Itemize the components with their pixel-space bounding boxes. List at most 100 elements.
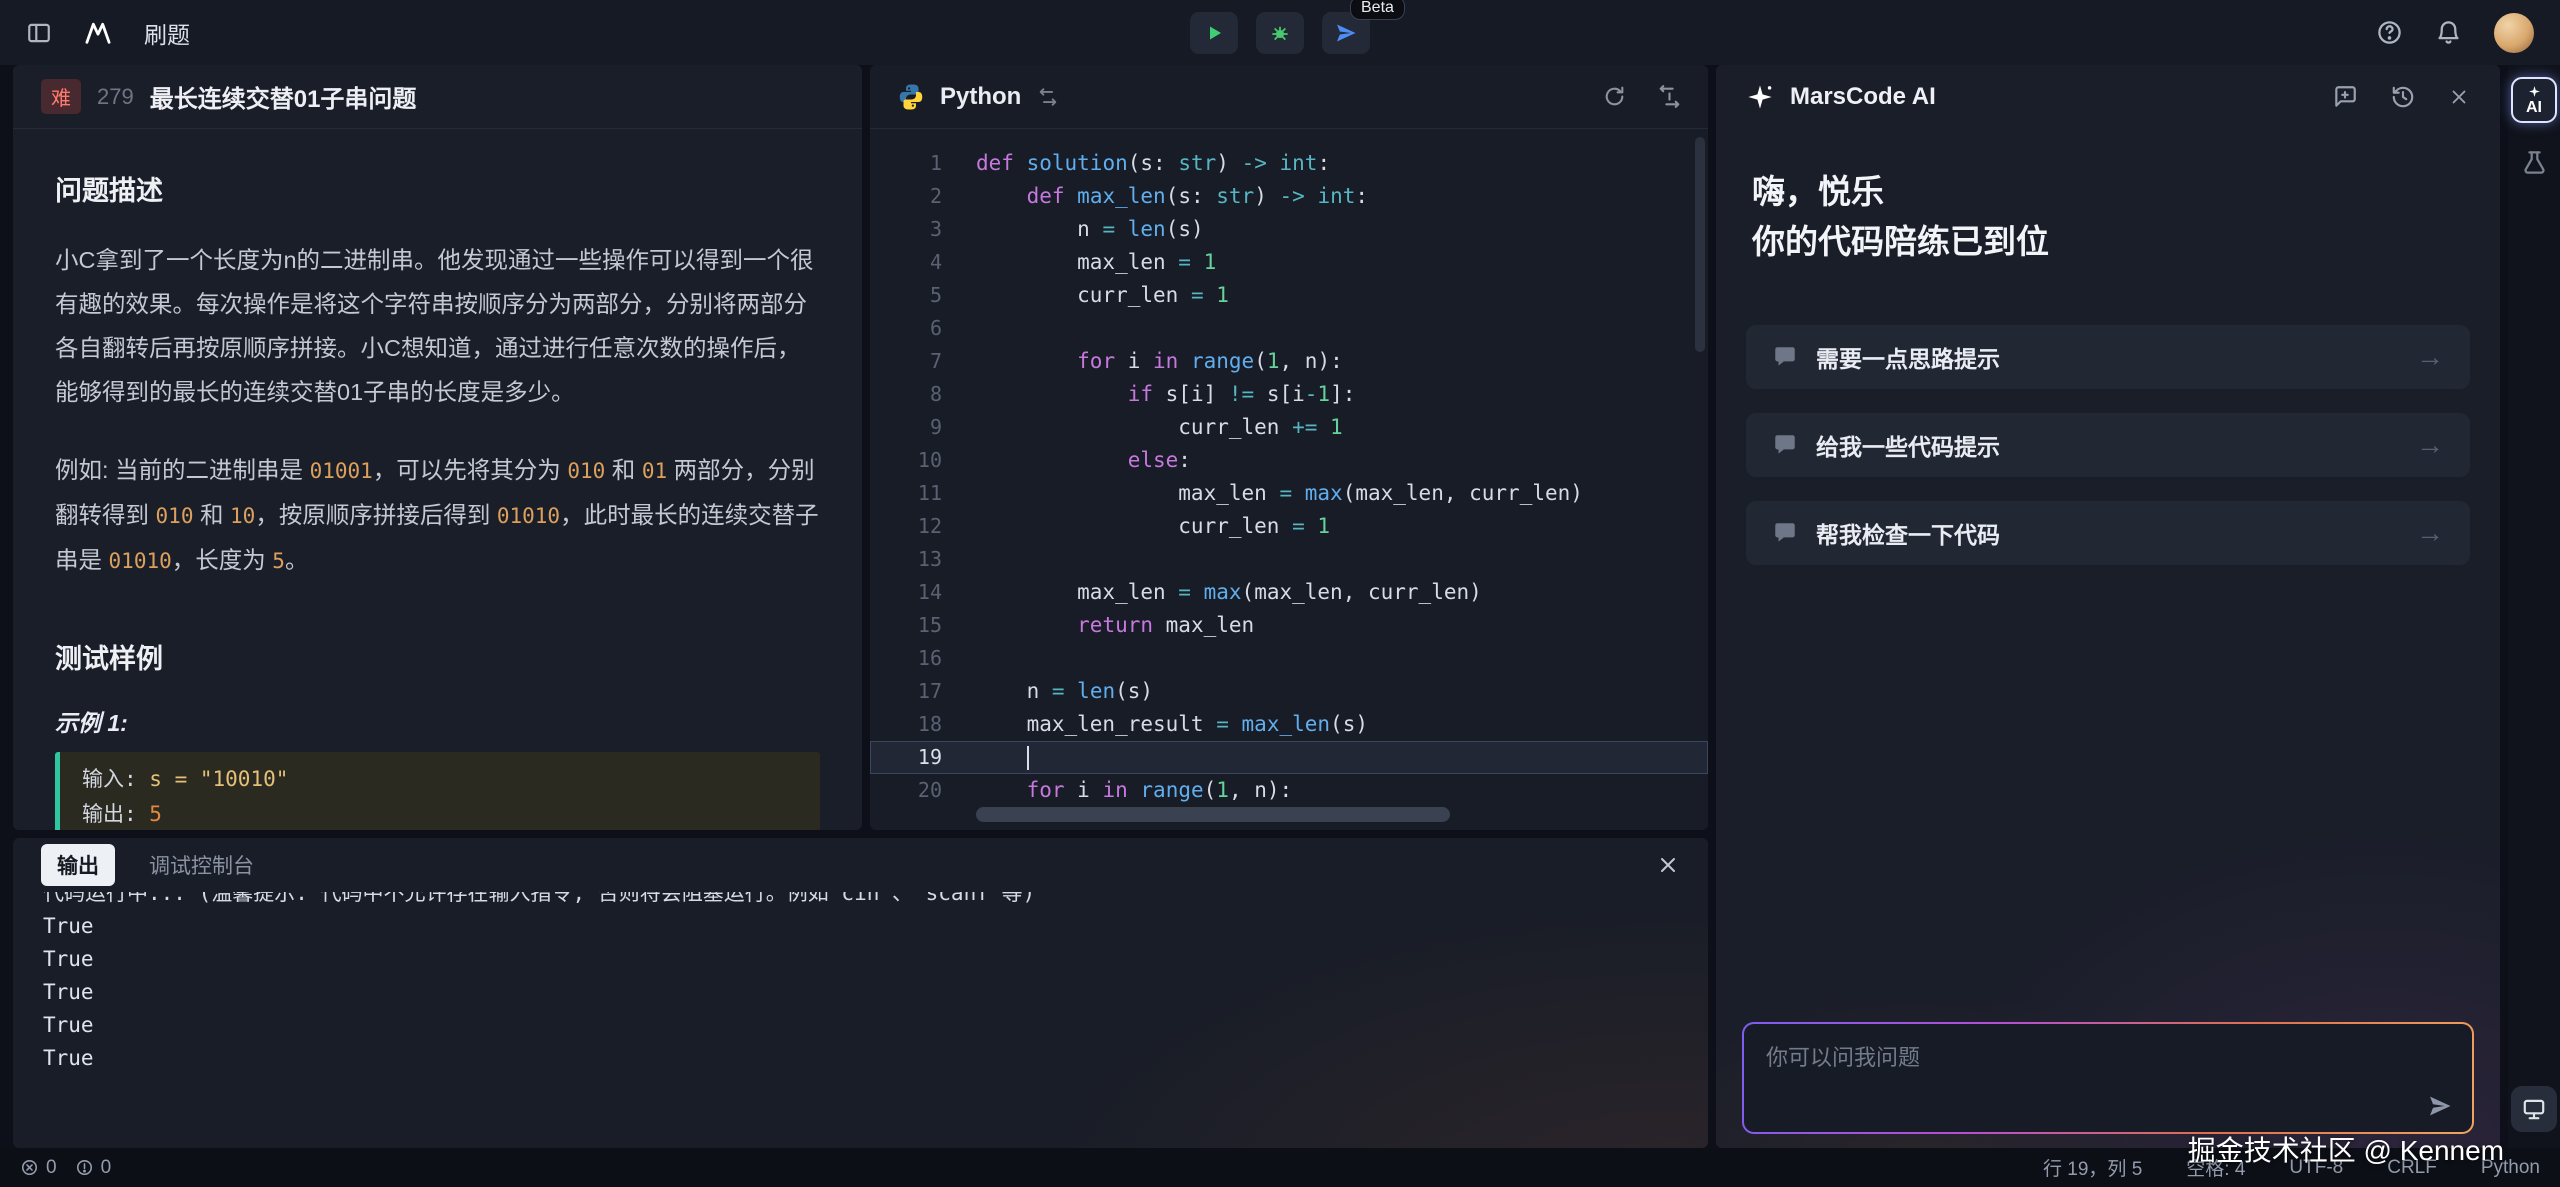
sparkle-icon <box>2528 85 2541 98</box>
inline-code: 010 <box>156 504 194 528</box>
console-close-icon[interactable] <box>1656 853 1680 877</box>
problem-panel: 难 279 最长连续交替01子串问题 问题描述 小C拿到了一个长度为n的二进制串… <box>13 65 862 830</box>
console-line: True <box>43 910 1678 943</box>
tab-output[interactable]: 输出 <box>41 844 115 886</box>
code-line[interactable]: 11 max_len = max(max_len, curr_len) <box>870 477 1708 510</box>
example-box: 输入: s = "10010"输出: 5 <box>55 752 820 830</box>
code-line[interactable]: 4 max_len = 1 <box>870 246 1708 279</box>
line-number: 1 <box>870 147 942 180</box>
cursor-position[interactable]: 行 19，列 5 <box>2043 1154 2142 1181</box>
debug-button[interactable] <box>1256 12 1304 54</box>
warning-counter[interactable]: 0 <box>75 1157 112 1179</box>
samples-heading: 测试样例 <box>55 637 820 676</box>
code-line[interactable]: 18 max_len_result = max_len(s) <box>870 708 1708 741</box>
laptop-icon <box>2521 1096 2547 1122</box>
line-number: 19 <box>870 741 942 774</box>
bug-icon <box>1268 21 1292 45</box>
line-number: 14 <box>870 576 942 609</box>
run-button[interactable] <box>1190 12 1238 54</box>
code-line[interactable]: 1def solution(s: str) -> int: <box>870 147 1708 180</box>
line-number: 4 <box>870 246 942 279</box>
output-value: 5 <box>137 802 162 826</box>
inline-code: 01001 <box>310 459 373 483</box>
problem-title: 最长连续交替01子串问题 <box>150 79 417 114</box>
code-line[interactable]: 10 else: <box>870 444 1708 477</box>
code-line[interactable]: 15 return max_len <box>870 609 1708 642</box>
ai-suggestions: 需要一点思路提示→ 给我一些代码提示→ 帮我检查一下代码→ <box>1746 325 2470 565</box>
line-number: 7 <box>870 345 942 378</box>
console-hint-line: 代码运行中... (温馨提示: 代码中不允许存在输入指令, 否则将会阻塞运行。例… <box>43 892 1678 910</box>
inline-code: 01010 <box>497 504 560 528</box>
code-editor[interactable]: 1def solution(s: str) -> int:2 def max_l… <box>870 129 1708 830</box>
vertical-scrollbar[interactable] <box>1695 137 1705 352</box>
ai-input-box <box>1742 1022 2474 1134</box>
code-line[interactable]: 6 <box>870 312 1708 345</box>
code-line[interactable]: 19 <box>870 741 1708 774</box>
line-number: 2 <box>870 180 942 213</box>
chat-icon <box>1772 344 1798 370</box>
problem-example-paragraph: 例如: 当前的二进制串是 01001，可以先将其分为 010 和 01 两部分，… <box>55 448 820 583</box>
ai-panel-title: MarsCode AI <box>1790 83 1936 111</box>
ai-close-icon[interactable] <box>2448 86 2470 108</box>
text-cursor <box>1027 746 1029 770</box>
avatar[interactable] <box>2494 13 2534 53</box>
ai-panel: MarsCode AI 嗨，悦乐 你的代码陪练已到位 需要一点思路提示→ 给我一些… <box>1716 65 2500 1148</box>
screen-toggle-button[interactable] <box>2511 1086 2557 1132</box>
inline-code: 01010 <box>109 549 172 573</box>
line-number: 6 <box>870 312 942 345</box>
code-line[interactable]: 17 n = len(s) <box>870 675 1708 708</box>
new-chat-icon[interactable] <box>2332 84 2358 110</box>
console-line: True <box>43 1009 1678 1042</box>
suggestion-label: 需要一点思路提示 <box>1816 340 2000 374</box>
line-number: 11 <box>870 477 942 510</box>
inline-code: 01 <box>642 459 667 483</box>
reset-code-icon[interactable] <box>1602 84 1627 109</box>
language-switch-icon[interactable] <box>1037 86 1059 108</box>
code-line[interactable]: 9 curr_len += 1 <box>870 411 1708 444</box>
horizontal-scrollbar[interactable] <box>976 807 1450 822</box>
code-line[interactable]: 14 max_len = max(max_len, curr_len) <box>870 576 1708 609</box>
marscode-ai-logo-icon <box>1746 83 1774 111</box>
chat-icon <box>1772 520 1798 546</box>
code-line[interactable]: 7 for i in range(1, n): <box>870 345 1708 378</box>
help-icon[interactable] <box>2376 19 2403 46</box>
error-counter[interactable]: 0 <box>20 1157 57 1179</box>
beaker-icon[interactable] <box>2521 149 2548 176</box>
problem-paragraph: 小C拿到了一个长度为n的二进制串。他发现通过一些操作可以得到一个很有趣的效果。每… <box>55 238 820 414</box>
problem-header: 难 279 最长连续交替01子串问题 <box>13 65 862 129</box>
line-number: 12 <box>870 510 942 543</box>
code-line[interactable]: 12 curr_len = 1 <box>870 510 1708 543</box>
warning-icon <box>75 1158 94 1177</box>
code-line[interactable]: 5 curr_len = 1 <box>870 279 1708 312</box>
ai-toolbar-button[interactable]: AI <box>2511 77 2557 123</box>
language-tab[interactable]: Python <box>940 83 1021 111</box>
ai-suggestion-button[interactable]: 帮我检查一下代码→ <box>1746 501 2470 565</box>
marscode-logo-icon[interactable] <box>78 19 118 47</box>
code-line[interactable]: 16 <box>870 642 1708 675</box>
inline-code: 5 <box>272 549 285 573</box>
line-number: 5 <box>870 279 942 312</box>
send-icon[interactable] <box>2426 1092 2454 1120</box>
layout-switch-icon[interactable] <box>1657 84 1682 109</box>
ai-suggestion-button[interactable]: 给我一些代码提示→ <box>1746 413 2470 477</box>
problem-id: 279 <box>97 84 134 110</box>
sidebar-toggle-icon[interactable] <box>26 20 52 46</box>
line-number: 20 <box>870 774 942 807</box>
line-number: 9 <box>870 411 942 444</box>
code-line[interactable]: 20 for i in range(1, n): <box>870 774 1708 807</box>
bell-icon[interactable] <box>2435 19 2462 46</box>
code-line[interactable]: 13 <box>870 543 1708 576</box>
line-number: 13 <box>870 543 942 576</box>
console-panel: 输出 调试控制台 代码运行中... (温馨提示: 代码中不允许存在输入指令, 否… <box>13 838 1708 1148</box>
code-line[interactable]: 3 n = len(s) <box>870 213 1708 246</box>
history-icon[interactable] <box>2390 84 2416 110</box>
ai-suggestion-button[interactable]: 需要一点思路提示→ <box>1746 325 2470 389</box>
ai-question-input[interactable] <box>1764 1038 2397 1104</box>
line-number: 15 <box>870 609 942 642</box>
console-output[interactable]: 代码运行中... (温馨提示: 代码中不允许存在输入指令, 否则将会阻塞运行。例… <box>13 892 1708 1148</box>
code-line[interactable]: 8 if s[i] != s[i-1]: <box>870 378 1708 411</box>
tab-debug-console[interactable]: 调试控制台 <box>149 850 254 880</box>
code-line[interactable]: 2 def max_len(s: str) -> int: <box>870 180 1708 213</box>
ai-greeting: 嗨，悦乐 你的代码陪练已到位 <box>1752 167 2464 267</box>
beta-badge: Beta <box>1350 0 1405 20</box>
